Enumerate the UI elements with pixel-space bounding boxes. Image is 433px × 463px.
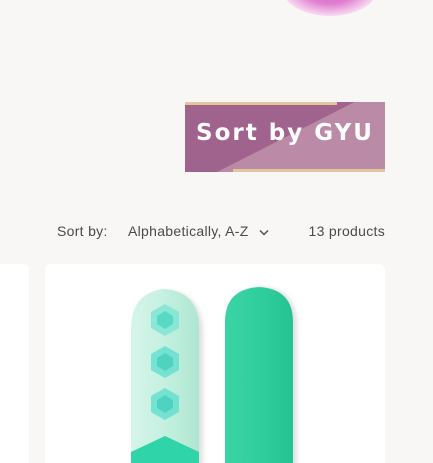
chevron-down-icon <box>259 229 269 236</box>
promo-banner: Sort by GYU <box>185 102 385 172</box>
product-card[interactable] <box>45 264 385 463</box>
banner-stripe-top <box>185 102 337 105</box>
decorative-blob <box>282 0 378 16</box>
product-count: 13 products <box>308 223 385 239</box>
banner-text: Sort by GYU <box>196 120 374 146</box>
sort-select[interactable]: Alphabetically, A-Z <box>128 223 269 239</box>
banner-stripe-bottom <box>233 169 385 172</box>
product-card-partial[interactable] <box>0 264 29 463</box>
sort-label: Sort by: <box>57 223 108 239</box>
page: Sort by GYU Sort by: Alphabetically, A-Z… <box>0 0 433 463</box>
sort-toolbar: Sort by: Alphabetically, A-Z 13 products <box>57 221 385 241</box>
snowboard-image <box>131 287 297 463</box>
sort-select-value: Alphabetically, A-Z <box>128 223 249 239</box>
